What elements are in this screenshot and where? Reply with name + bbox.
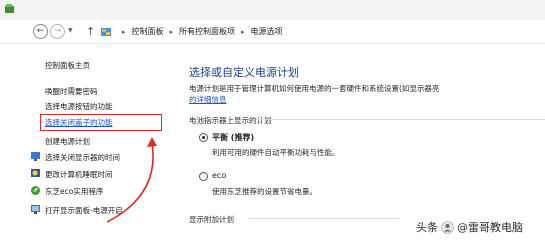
highlight-box bbox=[40, 114, 162, 131]
sidebar-item-display-off[interactable]: 选择关闭显示器的时间 bbox=[45, 152, 120, 163]
display-icon bbox=[31, 205, 40, 214]
breadcrumb-item[interactable]: 电源选项 bbox=[251, 26, 283, 37]
plan-balanced-radio[interactable] bbox=[199, 133, 208, 142]
watermark-prefix: 头条 bbox=[416, 221, 438, 234]
details-link[interactable]: 的详细信息 bbox=[189, 94, 227, 105]
back-button[interactable]: ← bbox=[33, 24, 48, 39]
watermark: 头条 @雷哥教电脑 bbox=[416, 219, 523, 235]
bottom-divider bbox=[249, 218, 399, 219]
page-title: 选择或自定义电源计划 bbox=[189, 66, 299, 79]
breadcrumb-item[interactable]: 所有控制面板项 bbox=[179, 26, 235, 37]
sidebar-item-create-plan[interactable]: 创建电源计划 bbox=[45, 136, 90, 147]
watermark-text: @雷哥教电脑 bbox=[457, 221, 523, 234]
address-bar: ← → ▼ ↑ ▸ 控制面板 ▸ 所有控制面板项 ▸ 电源选项 bbox=[0, 20, 545, 44]
power-options-app-icon bbox=[5, 4, 14, 13]
breadcrumb: ▸ 控制面板 ▸ 所有控制面板项 ▸ 电源选项 bbox=[116, 26, 283, 37]
sidebar-item-display-panel[interactable]: 打开显示面板-电源开启 bbox=[45, 205, 123, 216]
window-title-bar bbox=[0, 0, 545, 20]
plan-eco-radio[interactable] bbox=[199, 172, 208, 181]
breadcrumb-separator: ▸ bbox=[241, 27, 245, 36]
plan-balanced-description: 利用可用的硬件自动平衡功耗与性能。 bbox=[212, 148, 340, 157]
page-description: 电源计划是用于管理计算机如何使用电源的一套硬件和系统设置(如显示器亮 bbox=[189, 84, 440, 93]
up-arrow-icon[interactable]: ↑ bbox=[86, 25, 95, 38]
plan-eco-name[interactable]: eco bbox=[212, 171, 226, 180]
plan-balanced-name[interactable]: 平衡 (推荐) bbox=[212, 132, 254, 143]
breadcrumb-separator: ▸ bbox=[169, 27, 174, 36]
breadcrumb-item[interactable]: 控制面板 bbox=[132, 26, 164, 37]
plans-group-label: 电池指示器上显示的计划 bbox=[189, 116, 272, 125]
moon-icon bbox=[31, 169, 40, 177]
sidebar-item-wake-password[interactable]: 唤醒时需要密码 bbox=[45, 86, 98, 97]
recent-pages-dropdown[interactable]: ▼ bbox=[68, 27, 73, 34]
group-divider bbox=[256, 119, 545, 120]
plan-eco-description: 使用东芝推荐的设置节省电量。 bbox=[212, 187, 317, 196]
monitor-icon bbox=[31, 152, 40, 161]
additional-plans-label[interactable]: 显示附加计划 bbox=[189, 214, 234, 225]
sidebar-item-power-button[interactable]: 选择电源按钮的功能 bbox=[45, 101, 113, 112]
eco-icon bbox=[31, 186, 40, 195]
forward-button[interactable]: → bbox=[50, 24, 65, 39]
breadcrumb-separator: ▸ bbox=[122, 27, 126, 36]
sidebar-item-sleep-time[interactable]: 更改计算机睡眠时间 bbox=[45, 169, 113, 180]
user-badge-icon bbox=[441, 220, 454, 234]
sidebar-home-link[interactable]: 控制面板主页 bbox=[45, 60, 90, 71]
control-panel-icon bbox=[101, 28, 111, 36]
sidebar-item-eco-utility[interactable]: 东芝eco实用程序 bbox=[45, 186, 103, 197]
